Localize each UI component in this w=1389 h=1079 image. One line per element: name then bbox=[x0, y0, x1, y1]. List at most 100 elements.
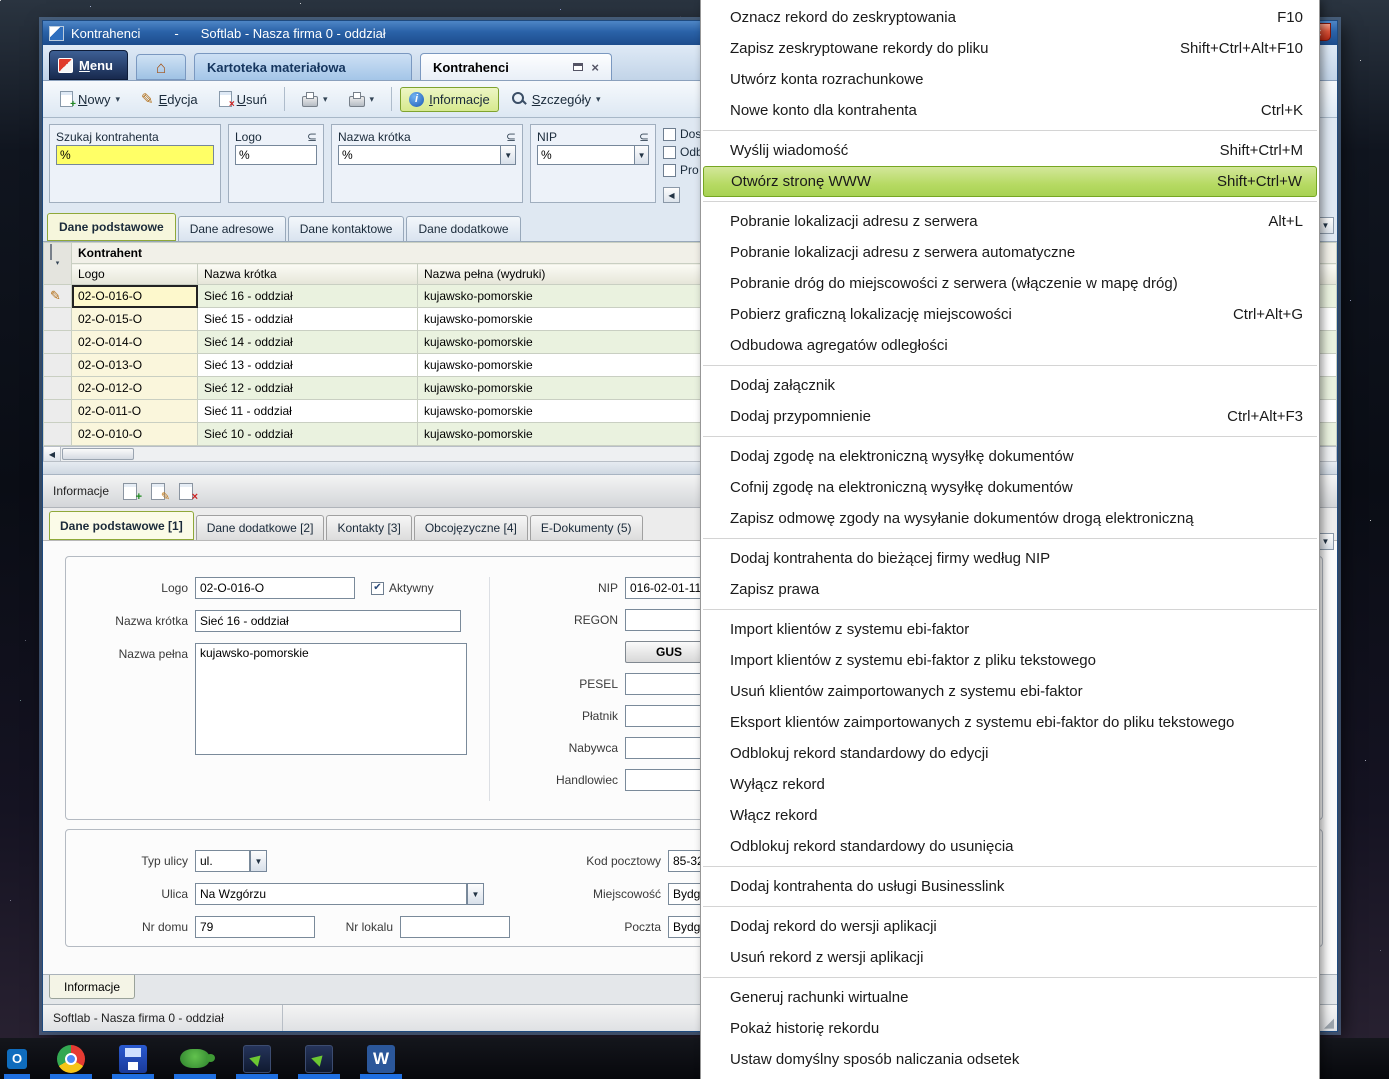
menu-button[interactable]: Menu bbox=[49, 50, 128, 80]
menu-item[interactable]: Utwórz konta rozrachunkowe bbox=[701, 64, 1319, 95]
menu-item[interactable]: Dodaj kontrahenta do usługi Businesslink bbox=[701, 871, 1319, 902]
taskbar-chart-app-2-button[interactable] bbox=[296, 1038, 342, 1079]
informacje-button[interactable]: i Informacje bbox=[400, 86, 499, 112]
table-corner-cell[interactable]: ▾ bbox=[43, 242, 72, 285]
cell-logo[interactable]: 02-O-012-O bbox=[71, 376, 198, 400]
logo-field[interactable] bbox=[195, 577, 355, 599]
home-button[interactable]: ⌂ bbox=[135, 54, 186, 80]
cell-nazwa-krotka[interactable]: Sieć 15 - oddział bbox=[197, 307, 418, 331]
cell-logo[interactable]: 02-O-013-O bbox=[71, 353, 198, 377]
column-header-nazwa-krotka[interactable]: Nazwa krótka bbox=[197, 263, 418, 285]
menu-item[interactable]: Import klientów z systemu ebi-faktor bbox=[701, 614, 1319, 645]
print-preview-button[interactable]: ▾ bbox=[340, 87, 384, 112]
detail-tab-edokumenty[interactable]: E-Dokumenty (5) bbox=[529, 515, 643, 540]
add-record-button[interactable]: + bbox=[123, 482, 142, 502]
menu-item[interactable]: Dodaj kontrahenta do bieżącej firmy wedł… bbox=[701, 543, 1319, 574]
szukaj-kontrahenta-input[interactable] bbox=[56, 145, 214, 165]
cell-logo[interactable]: 02-O-014-O bbox=[71, 330, 198, 354]
taskbar-word-button[interactable]: W bbox=[358, 1038, 404, 1079]
menu-item[interactable]: Pobranie lokalizacji adresu z serwera Alt… bbox=[701, 206, 1319, 237]
flag-checkbox[interactable] bbox=[663, 127, 676, 141]
nazwa-krotka-filter-input[interactable] bbox=[338, 145, 501, 165]
popout-icon[interactable] bbox=[573, 63, 584, 71]
cell-nazwa-krotka[interactable]: Sieć 11 - oddział bbox=[197, 399, 418, 423]
menu-item[interactable]: Usuń klientów zaimportowanych z systemu … bbox=[701, 676, 1319, 707]
aktywny-checkbox[interactable]: ✔ bbox=[371, 581, 384, 595]
menu-item[interactable]: Wyślij wiadomość Shift+Ctrl+M bbox=[701, 135, 1319, 166]
detail-tab-obcojezyczne[interactable]: Obcojęzyczne [4] bbox=[413, 515, 528, 540]
list-tab-dane-podstawowe[interactable]: Dane podstawowe bbox=[47, 213, 176, 241]
column-header-logo[interactable]: Logo bbox=[71, 263, 198, 285]
taskbar-outlook-button[interactable]: O bbox=[2, 1038, 32, 1079]
tab-close-icon[interactable]: × bbox=[591, 61, 599, 74]
taskbar-chrome-button[interactable] bbox=[48, 1038, 94, 1079]
combo-dropdown-button[interactable]: ▼ bbox=[467, 883, 484, 905]
cell-logo[interactable]: 02-O-015-O bbox=[71, 307, 198, 331]
cell-logo[interactable]: 02-O-016-O bbox=[71, 284, 198, 308]
dropdown-icon[interactable]: ▾ bbox=[596, 94, 601, 105]
ulica-field[interactable] bbox=[195, 883, 467, 905]
filter-condition-icon[interactable]: ⊆ bbox=[506, 130, 516, 144]
scrollbar-thumb[interactable] bbox=[62, 448, 134, 460]
cell-nazwa-krotka[interactable]: Sieć 14 - oddział bbox=[197, 330, 418, 354]
combo-dropdown-button[interactable]: ▼ bbox=[250, 850, 267, 872]
flag-checkbox[interactable] bbox=[663, 145, 676, 159]
menu-item[interactable]: Import klientów z systemu ebi-faktor z p… bbox=[701, 645, 1319, 676]
cell-nazwa-krotka[interactable]: Sieć 16 - oddział bbox=[197, 284, 418, 308]
dropdown-icon[interactable]: ▾ bbox=[323, 94, 328, 105]
filter-condition-icon[interactable]: ⊆ bbox=[307, 130, 317, 144]
menu-item[interactable]: Eksport klientów zaimportowanych z syste… bbox=[701, 707, 1319, 738]
menu-item[interactable]: Odbudowa agregatów odległości bbox=[701, 330, 1319, 361]
list-tab-dane-dodatkowe[interactable]: Dane dodatkowe bbox=[406, 216, 521, 241]
menu-item[interactable]: Wyłącz rekord bbox=[701, 769, 1319, 800]
menu-item[interactable]: Włącz rekord bbox=[701, 800, 1319, 831]
szczegoly-button[interactable]: Szczegóły ▾ bbox=[502, 86, 610, 112]
menu-item[interactable]: Dodaj rekord do wersji aplikacji bbox=[701, 911, 1319, 942]
cell-nazwa-krotka[interactable]: Sieć 10 - oddział bbox=[197, 422, 418, 446]
menu-item[interactable]: Oznacz rekord do zeskryptowania F10 bbox=[701, 2, 1319, 33]
edycja-button[interactable]: ✎ Edycja bbox=[132, 87, 207, 112]
menu-item[interactable]: Dodaj zgodę na elektroniczną wysyłkę dok… bbox=[701, 441, 1319, 472]
cell-logo[interactable]: 02-O-011-O bbox=[71, 399, 198, 423]
bottom-tab-informacje[interactable]: Informacje bbox=[49, 975, 136, 999]
nr-domu-field[interactable] bbox=[195, 916, 315, 938]
menu-item[interactable]: Zapisz zeskryptowane rekordy do pliku Shi… bbox=[701, 33, 1319, 64]
menu-item[interactable]: Dodaj załącznik bbox=[701, 370, 1319, 401]
delete-record-button[interactable]: × bbox=[179, 482, 198, 502]
scroll-left-button[interactable]: ◀ bbox=[44, 447, 61, 461]
print-button[interactable]: ▾ bbox=[293, 87, 337, 112]
flags-scroll-left-button[interactable]: ◀ bbox=[663, 187, 680, 203]
cell-nazwa-krotka[interactable]: Sieć 12 - oddział bbox=[197, 376, 418, 400]
taskbar-chart-app-1-button[interactable] bbox=[234, 1038, 280, 1079]
menu-item[interactable]: Generuj rachunki wirtualne bbox=[701, 982, 1319, 1013]
combo-dropdown-button[interactable]: ▼ bbox=[634, 145, 649, 165]
menu-item[interactable]: Zapisz odmowę zgody na wysyłanie dokumen… bbox=[701, 503, 1319, 534]
detail-tab-dane-dodatkowe[interactable]: Dane dodatkowe [2] bbox=[195, 515, 325, 540]
nazwa-pelna-field[interactable]: kujawsko-pomorskie bbox=[195, 643, 467, 755]
menu-item[interactable]: Odblokuj rekord standardowy do edycji bbox=[701, 738, 1319, 769]
filter-condition-icon[interactable]: ⊆ bbox=[639, 130, 649, 144]
menu-item[interactable]: Pokaż historię rekordu bbox=[701, 1013, 1319, 1044]
tab-kartoteka-materialowa[interactable]: Kartoteka materiałowa bbox=[193, 53, 412, 80]
logo-filter-input[interactable] bbox=[235, 145, 317, 165]
edit-record-button[interactable]: ✎ bbox=[151, 482, 170, 502]
nowy-button[interactable]: + Nowy ▾ bbox=[51, 86, 129, 112]
detail-tab-kontakty[interactable]: Kontakty [3] bbox=[326, 515, 412, 540]
menu-item[interactable]: Ustaw domyślny sposób naliczania odsetek bbox=[701, 1044, 1319, 1075]
cell-logo[interactable]: 02-O-010-O bbox=[71, 422, 198, 446]
nazwa-krotka-field[interactable] bbox=[195, 610, 461, 632]
flag-checkbox[interactable] bbox=[663, 163, 676, 177]
dropdown-icon[interactable]: ▾ bbox=[370, 94, 375, 105]
resize-grip-icon[interactable]: ◢ bbox=[1324, 1016, 1334, 1029]
list-tab-dane-adresowe[interactable]: Dane adresowe bbox=[177, 216, 286, 241]
menu-item[interactable]: Otwórz stronę WWW Shift+Ctrl+W bbox=[703, 166, 1317, 197]
tab-kontrahenci[interactable]: Kontrahenci × bbox=[419, 53, 612, 80]
taskbar-turtle-button[interactable] bbox=[172, 1038, 218, 1079]
menu-item[interactable]: Odblokuj rekord standardowy do usunięcia bbox=[701, 831, 1319, 862]
menu-item[interactable]: Zapisz prawa bbox=[701, 574, 1319, 605]
detail-tab-dane-podstawowe[interactable]: Dane podstawowe [1] bbox=[49, 511, 194, 540]
dropdown-icon[interactable]: ▾ bbox=[116, 94, 121, 105]
menu-item[interactable]: Usuń rekord z wersji aplikacji bbox=[701, 942, 1319, 973]
menu-item[interactable]: Nowe konto dla kontrahenta Ctrl+K bbox=[701, 95, 1319, 126]
menu-item[interactable]: Pobierz graficzną lokalizację miejscowoś… bbox=[701, 299, 1319, 330]
